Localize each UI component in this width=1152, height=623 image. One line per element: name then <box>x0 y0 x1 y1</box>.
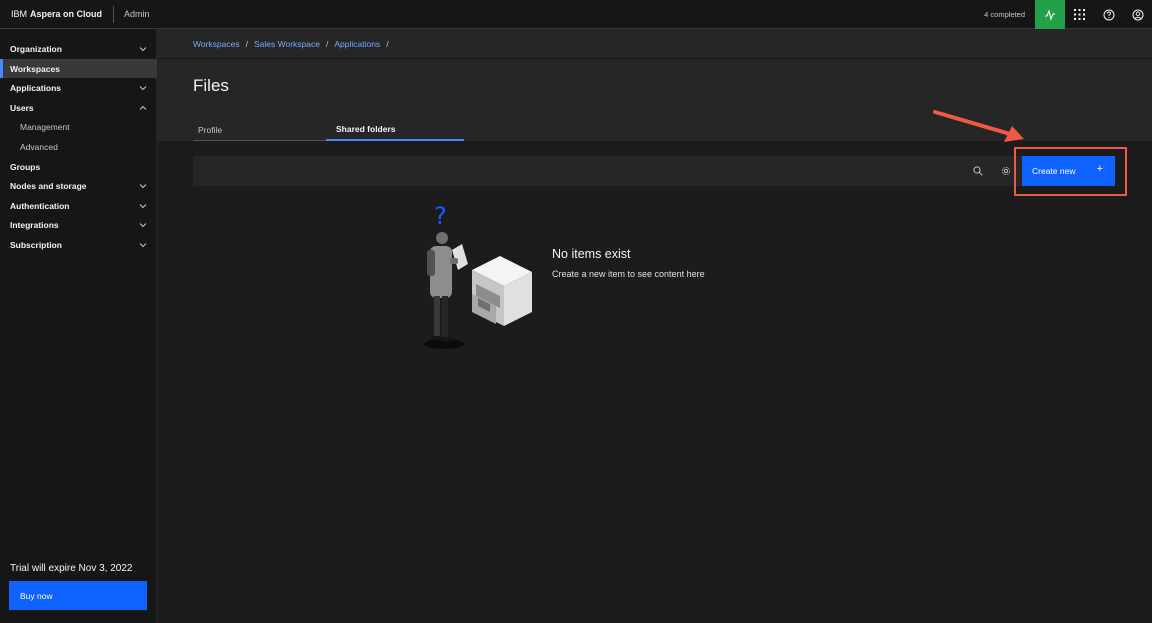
sidebar-item-authentication[interactable]: Authentication <box>0 196 157 215</box>
top-header: IBM Aspera on Cloud Admin 4 completed <box>0 0 1152 29</box>
annotation-arrow-icon <box>933 110 1024 142</box>
sidebar-item-label: Groups <box>10 161 41 172</box>
activity-button[interactable] <box>1035 0 1065 29</box>
tab-shared-folders[interactable]: Shared folders <box>326 119 464 141</box>
header-actions: 4 completed <box>984 0 1152 29</box>
breadcrumb-workspaces[interactable]: Workspaces <box>193 39 240 49</box>
breadcrumb-separator: / <box>325 38 329 49</box>
sidebar-item-nodes-and-storage[interactable]: Nodes and storage <box>0 176 157 195</box>
search-icon <box>973 166 983 176</box>
tab-profile[interactable]: Profile <box>193 119 326 141</box>
user-profile-button[interactable] <box>1123 0 1152 29</box>
chevron-down-icon <box>139 243 147 248</box>
sidebar-item-applications[interactable]: Applications <box>0 78 157 97</box>
settings-button[interactable] <box>996 156 1016 186</box>
buy-now-button[interactable]: Buy now <box>9 581 147 610</box>
empty-state-subtitle: Create a new item to see content here <box>552 269 705 279</box>
sidebar-item-label: Applications <box>10 82 62 93</box>
sidebar-item-label: Management <box>20 121 70 132</box>
table-toolbar: Create new + <box>193 156 1115 186</box>
app-brand[interactable]: IBM Aspera on Cloud <box>0 0 102 29</box>
search-button[interactable] <box>968 156 988 186</box>
sidebar-item-subscription[interactable]: Subscription <box>0 235 157 254</box>
gear-icon <box>1001 166 1011 176</box>
empty-state-illustration: ? <box>424 202 532 349</box>
sidebar-item-advanced[interactable]: Advanced <box>0 137 157 156</box>
sidebar-item-groups[interactable]: Groups <box>0 157 157 176</box>
sidebar-item-label: Organization <box>10 43 62 54</box>
sidebar-item-label: Advanced <box>20 141 58 152</box>
help-icon <box>1103 9 1114 20</box>
brand-product: Aspera on Cloud <box>30 9 103 19</box>
page-title: Files <box>193 76 229 95</box>
activity-icon <box>1045 8 1055 21</box>
sidebar-item-label: Authentication <box>10 200 70 211</box>
empty-state-title: No items exist <box>552 247 631 261</box>
sidebar-item-label: Workspaces <box>10 63 60 74</box>
tab-list: Profile Shared folders <box>193 119 464 141</box>
sidebar-item-management[interactable]: Management <box>0 117 157 136</box>
app-switcher-button[interactable] <box>1065 0 1094 29</box>
sidebar-item-label: Integrations <box>10 219 59 230</box>
annotation-highlight-box <box>1014 147 1127 196</box>
chevron-down-icon <box>139 86 147 91</box>
transfer-status[interactable]: 4 completed <box>984 10 1025 19</box>
brand-ibm: IBM <box>11 9 28 19</box>
grid-icon <box>1074 9 1085 20</box>
sidebar-item-workspaces[interactable]: Workspaces <box>0 59 157 78</box>
sidebar-item-organization[interactable]: Organization <box>0 39 157 58</box>
sidebar-item-label: Subscription <box>10 239 62 250</box>
chevron-up-icon <box>139 105 147 110</box>
sidebar-item-label: Users <box>10 102 34 113</box>
chevron-down-icon <box>139 223 147 228</box>
help-button[interactable] <box>1094 0 1123 29</box>
context-label: Admin <box>124 9 150 19</box>
sidebar-item-label: Nodes and storage <box>10 180 87 191</box>
chevron-down-icon <box>139 204 147 209</box>
question-mark-icon: ? <box>434 202 447 230</box>
chevron-down-icon <box>139 184 147 189</box>
sidebar-item-integrations[interactable]: Integrations <box>0 215 157 234</box>
sidebar-item-users[interactable]: Users <box>0 98 157 117</box>
user-avatar-icon <box>1132 9 1143 20</box>
header-divider <box>113 5 115 23</box>
breadcrumb-separator: / <box>386 38 389 49</box>
sidebar-nav: Organization Workspaces Applications Use… <box>0 29 157 623</box>
breadcrumb-separator: / <box>245 38 248 49</box>
chevron-down-icon <box>139 47 147 52</box>
breadcrumb: Workspaces / Sales Workspace / Applicati… <box>157 29 1152 59</box>
breadcrumb-applications[interactable]: Applications <box>334 39 380 49</box>
trial-notice: Trial will expire Nov 3, 2022 <box>10 563 133 574</box>
breadcrumb-sales-workspace[interactable]: Sales Workspace <box>254 39 320 49</box>
